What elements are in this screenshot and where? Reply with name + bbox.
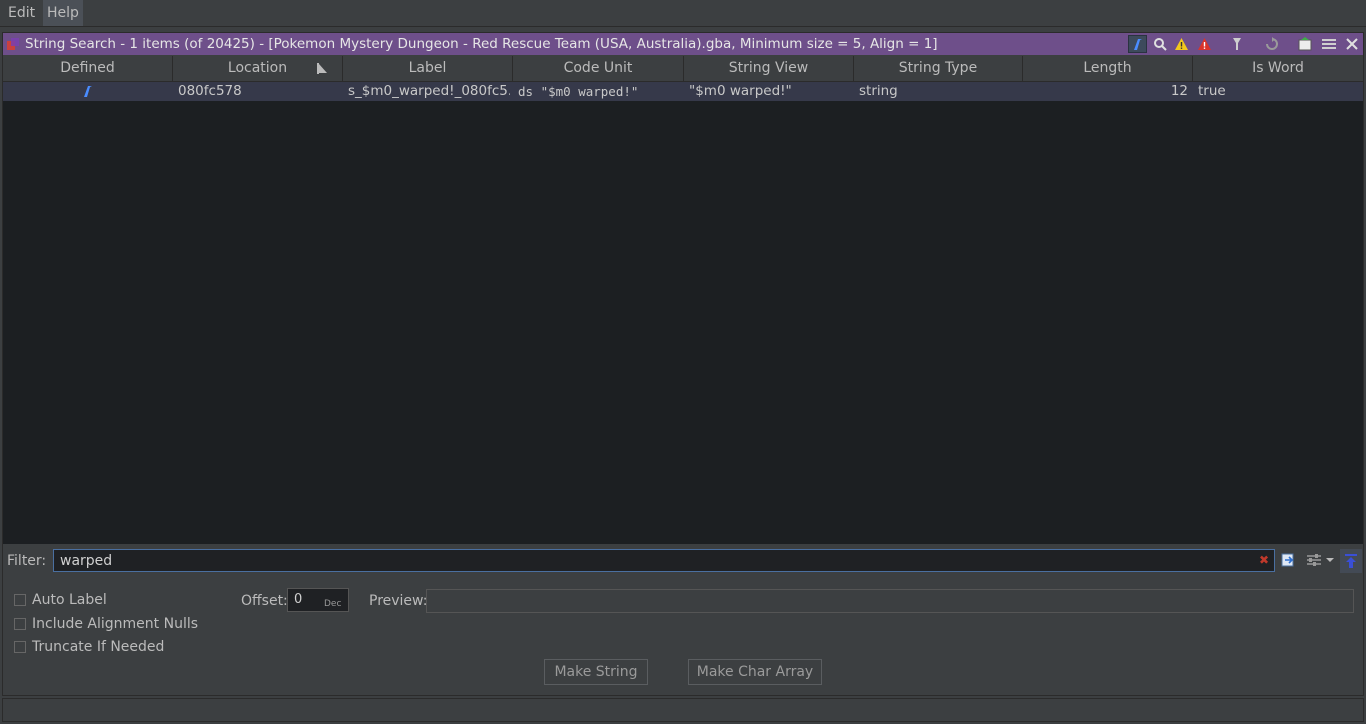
filter-label: Filter: <box>7 553 47 569</box>
chevron-down-icon[interactable] <box>1324 551 1336 569</box>
clear-filter-icon[interactable]: ✖ <box>1257 553 1271 567</box>
window-title-bar: String Search - 1 items (of 20425) - [Po… <box>3 33 1363 55</box>
show-defined-icon[interactable] <box>1128 35 1147 53</box>
menu-edit[interactable]: Edit <box>4 0 39 26</box>
cell-string-type: string <box>859 83 898 99</box>
offset-value: 0 <box>294 592 303 607</box>
make-string-button[interactable]: Make String <box>544 659 648 685</box>
offset-label: Offset: <box>241 593 288 609</box>
preview-field <box>426 589 1354 613</box>
column-header-string-type[interactable]: String Type <box>854 56 1023 81</box>
sort-ascending-icon <box>317 63 327 74</box>
include-alignment-nulls-checkbox[interactable]: Include Alignment Nulls <box>14 615 198 633</box>
error-icon[interactable] <box>1195 35 1214 53</box>
column-header-location[interactable]: Location <box>173 56 343 81</box>
string-table[interactable]: 080fc578 s_$m0_warped!_080fc5... ds "$m0… <box>3 82 1363 544</box>
close-icon[interactable] <box>1342 35 1361 53</box>
auto-label-checkbox-box[interactable] <box>14 594 26 606</box>
column-filter-icon[interactable] <box>1304 551 1323 569</box>
cell-code-unit: ds "$m0 warped!" <box>518 84 639 99</box>
column-header-length[interactable]: Length <box>1023 56 1193 81</box>
menu-help[interactable]: Help <box>43 0 83 26</box>
refresh-icon[interactable] <box>1262 35 1281 53</box>
truncate-if-needed-label: Truncate If Needed <box>32 639 165 655</box>
defined-string-icon <box>84 86 92 97</box>
column-header-code-unit[interactable]: Code Unit <box>513 56 684 81</box>
column-header-string-view[interactable]: String View <box>684 56 854 81</box>
window-title: String Search - 1 items (of 20425) - [Po… <box>25 36 938 52</box>
column-header-defined[interactable]: Defined <box>3 56 173 81</box>
menu-bar: Edit Help <box>0 0 1366 27</box>
column-header-is-word[interactable]: Is Word <box>1193 56 1363 81</box>
truncate-if-needed-checkbox[interactable]: Truncate If Needed <box>14 638 164 656</box>
column-header-label[interactable]: Label <box>343 56 513 81</box>
string-search-icon <box>7 38 19 50</box>
search-icon[interactable] <box>1150 35 1169 53</box>
menu-icon[interactable] <box>1319 35 1338 53</box>
offset-unit-label: Dec <box>324 599 342 609</box>
truncate-if-needed-checkbox-box[interactable] <box>14 641 26 653</box>
preview-label: Preview: <box>369 593 428 609</box>
offset-input[interactable]: 0 Dec <box>287 588 349 612</box>
cell-is-word: true <box>1198 83 1226 99</box>
auto-label-label: Auto Label <box>32 592 107 608</box>
table-row[interactable]: 080fc578 s_$m0_warped!_080fc5... ds "$m0… <box>3 82 1363 101</box>
include-alignment-nulls-label: Include Alignment Nulls <box>32 616 199 632</box>
filter-options-icon[interactable] <box>1279 551 1298 569</box>
column-header-location-label: Location <box>227 60 288 76</box>
cell-label: s_$m0_warped!_080fc5... <box>348 83 510 99</box>
include-alignment-nulls-checkbox-box[interactable] <box>14 618 26 630</box>
filter-bar: Filter: ✖ <box>3 546 1363 576</box>
make-char-array-button[interactable]: Make Char Array <box>688 659 822 685</box>
cell-string-view: "$m0 warped!" <box>689 83 792 99</box>
status-bar <box>2 698 1364 722</box>
move-to-top-icon[interactable] <box>1340 549 1362 573</box>
cell-length: 12 <box>1170 83 1188 99</box>
auto-label-checkbox[interactable]: Auto Label <box>14 591 107 609</box>
table-header: Defined Location Label Code Unit String … <box>3 56 1363 82</box>
filter-input[interactable] <box>53 549 1275 572</box>
snapshot-icon[interactable] <box>1296 35 1315 53</box>
cell-location: 080fc578 <box>178 83 242 99</box>
filter-funnel-icon[interactable] <box>1227 35 1246 53</box>
warning-icon[interactable] <box>1172 35 1191 53</box>
